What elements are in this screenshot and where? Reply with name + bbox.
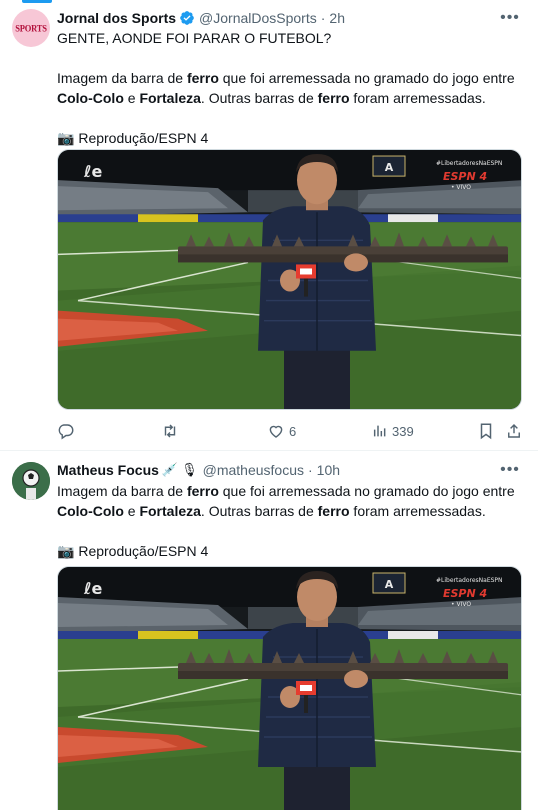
tweet-card[interactable]: Matheus Focus 💉 🎙 @matheusfocus · 10h ••… <box>0 452 538 810</box>
microphone-emoji-icon: 🎙 <box>181 462 198 477</box>
photo-credit: 📷 Reprodução/ESPN 4 <box>57 130 209 146</box>
camera-emoji-icon: 📷 <box>57 130 75 146</box>
views-icon <box>372 423 388 439</box>
avatar[interactable]: SPORTS <box>12 9 50 47</box>
tweet-body-line: Imagem da barra de ferro que foi arremes… <box>57 483 515 499</box>
bookmark-button[interactable] <box>478 421 494 441</box>
media-network-logo: ESPN 4 <box>443 587 487 600</box>
display-name[interactable]: Matheus Focus <box>57 462 159 478</box>
like-count: 6 <box>289 423 297 439</box>
tweet-text: GENTE, AONDE FOI PARAR O FUTEBOL? Imagem… <box>57 28 523 148</box>
tweet-header: Matheus Focus 💉 🎙 @matheusfocus · 10h <box>57 460 340 480</box>
tweet-header: Jornal dos Sports @JornalDosSports · 2h <box>57 8 345 28</box>
handle[interactable]: @matheusfocus <box>203 462 304 478</box>
timestamp[interactable]: 2h <box>329 10 345 26</box>
views-button[interactable]: 339 <box>372 421 414 441</box>
media-hashtag: #LibertadoresNaESPN <box>436 577 503 584</box>
tweet-headline: GENTE, AONDE FOI PARAR O FUTEBOL? <box>57 30 332 46</box>
handle[interactable]: @JornalDosSports <box>199 10 317 26</box>
tweet-media-image[interactable]: #LibertadoresNaESPN ESPN 4 • VIVO <box>57 566 522 810</box>
tweet-body-line: Colo-Colo e Fortaleza. Outras barras de … <box>57 503 486 519</box>
display-name[interactable]: Jornal dos Sports <box>57 10 176 26</box>
views-count: 339 <box>392 423 414 439</box>
camera-emoji-icon: 📷 <box>57 543 75 559</box>
tweet-media-image[interactable]: #LibertadoresNaESPN ESPN 4 • VIVO <box>57 149 522 410</box>
like-icon <box>267 422 285 440</box>
repost-icon <box>161 422 179 440</box>
share-icon <box>505 422 523 440</box>
separator-dot: · <box>307 462 313 478</box>
timestamp[interactable]: 10h <box>317 462 340 478</box>
avatar-logo-text: SPORTS <box>15 22 47 34</box>
avatar[interactable] <box>12 462 50 500</box>
reply-icon <box>57 422 75 440</box>
verified-badge-icon <box>179 10 195 26</box>
tweet-card[interactable]: SPORTS Jornal dos Sports @JornalDosSport… <box>0 0 538 451</box>
reply-button[interactable] <box>57 421 79 441</box>
media-network-logo: ESPN 4 <box>443 170 487 183</box>
media-hashtag: #LibertadoresNaESPN <box>436 160 502 167</box>
share-button[interactable] <box>505 421 523 441</box>
tweet-body-line: Imagem da barra de ferro que foi arremes… <box>57 70 515 86</box>
more-icon[interactable]: ••• <box>500 460 520 480</box>
media-live-label: • VIVO <box>451 184 471 191</box>
tweet-body-line: Colo-Colo e Fortaleza. Outras barras de … <box>57 90 486 106</box>
photo-credit: 📷 Reprodução/ESPN 4 <box>57 543 209 559</box>
tweet-actions: 6 339 <box>57 421 523 441</box>
separator-dot: · <box>320 10 326 26</box>
syringe-emoji-icon: 💉 <box>161 462 179 477</box>
tweet-text: Imagem da barra de ferro que foi arremes… <box>57 481 523 561</box>
repost-button[interactable] <box>161 421 183 441</box>
more-icon[interactable]: ••• <box>500 8 520 28</box>
media-live-label: • VIVO <box>451 601 471 608</box>
bookmark-icon <box>478 422 494 440</box>
like-button[interactable]: 6 <box>267 421 296 441</box>
